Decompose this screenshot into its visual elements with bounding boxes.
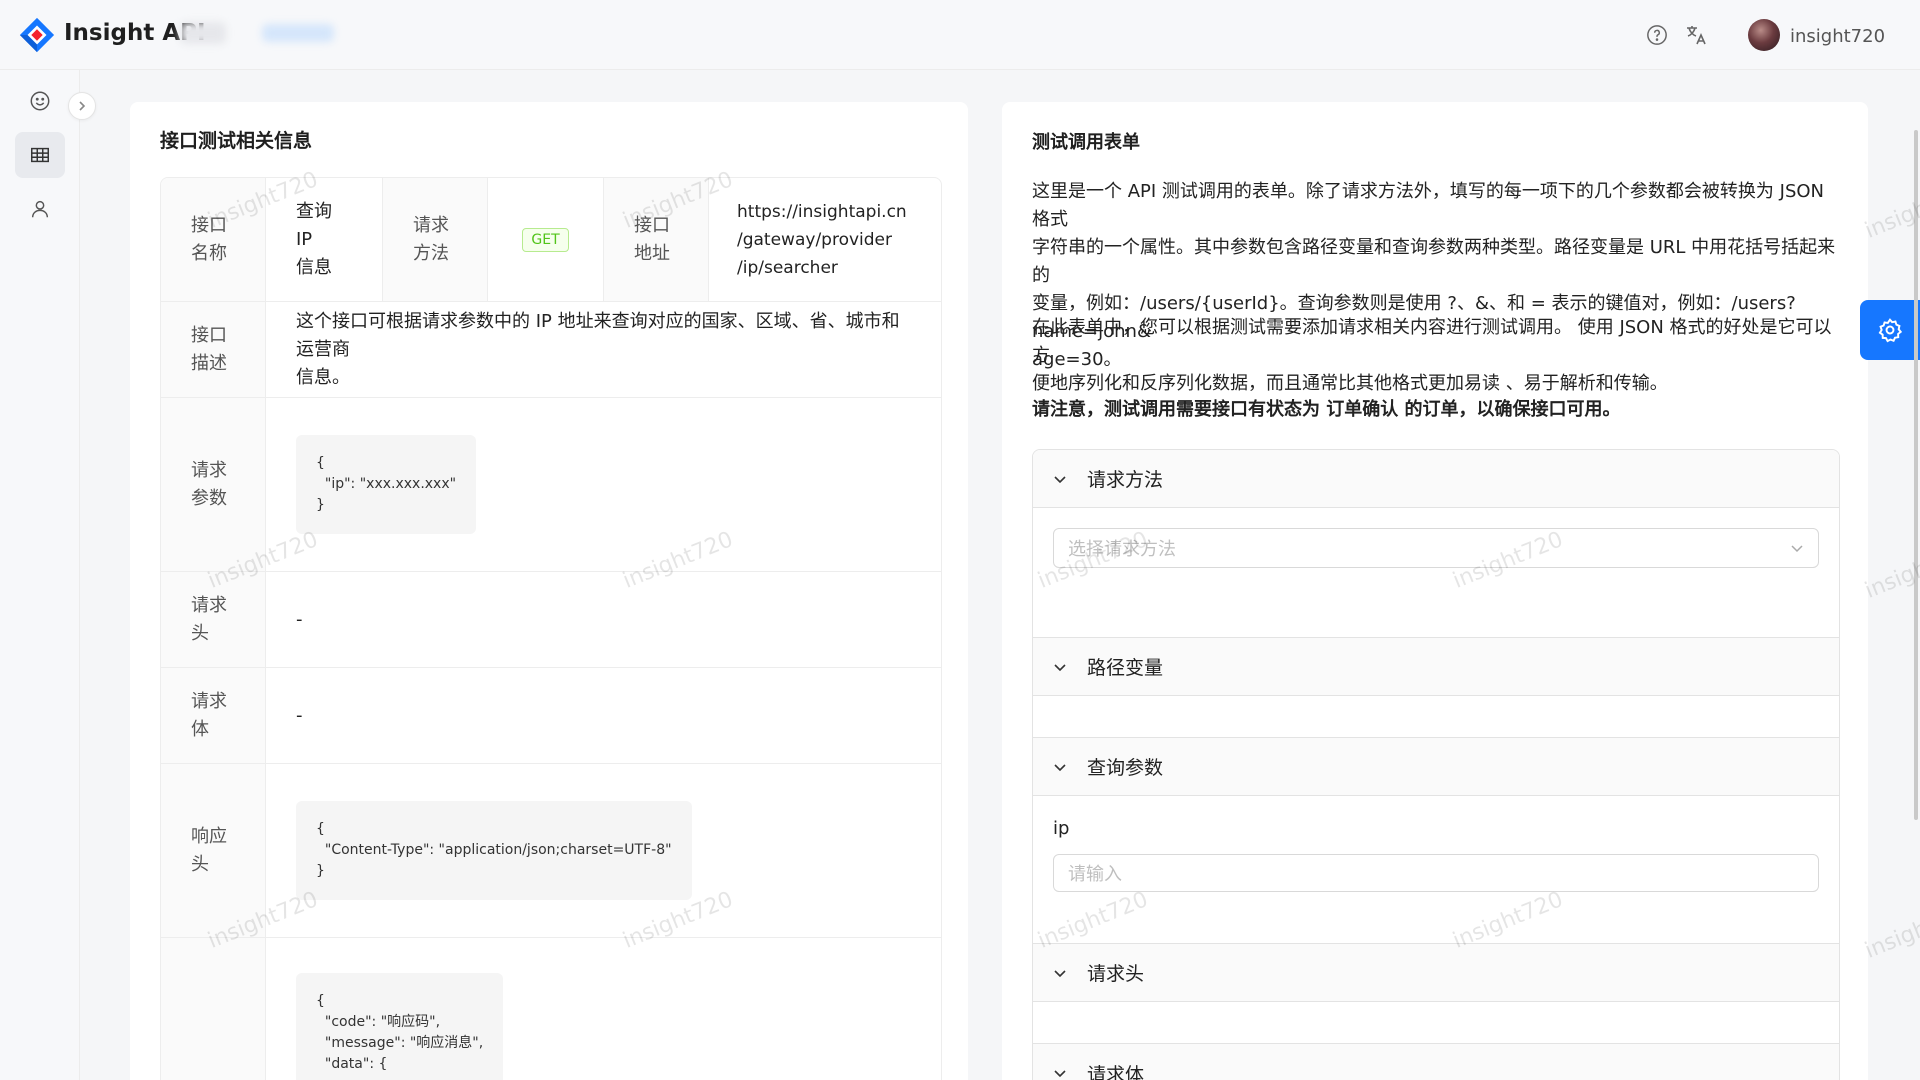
blurred-nav-item[interactable] [180,22,226,44]
label-response-body [161,938,266,1080]
avatar[interactable] [1748,19,1780,51]
value-response-headers: { "Content-Type": "application/json;char… [266,764,941,937]
query-ip-input[interactable]: 请输入 [1053,854,1819,892]
params-code-block: { "ip": "xxx.xxx.xxx" } [296,435,477,534]
chevron-down-icon [1053,660,1073,674]
query-ip-label: ip [1053,818,1070,839]
sidebar-item-user[interactable] [15,186,65,232]
watermark: insight720 [1861,177,1920,244]
table-row: 请求 参数 { "ip": "xxx.xxx.xxx" } [161,398,941,572]
panel-header-path-vars[interactable]: 路径变量 [1033,638,1839,696]
value-description: 这个接口可根据请求参数中的 IP 地址来查询对应的国家、区域、省、城市和运营商信… [296,310,900,388]
value-method: GET [488,178,604,301]
gear-icon [1878,318,1903,343]
value-request-body: - [296,704,303,726]
label-address: 接口 地址 [604,178,709,301]
label-api-name: 接口 名称 [161,178,266,301]
blurred-nav-item-active[interactable] [262,24,334,42]
sidebar [0,70,80,1080]
sidebar-collapse-button[interactable] [68,92,96,120]
label-response-headers: 响应头 [161,764,266,937]
panel-header-method[interactable]: 请求方法 [1033,450,1839,508]
chevron-down-icon [1053,472,1073,486]
test-form-card: 测试调用表单 这里是一个 API 测试调用的表单。除了请求方法外，填写的每一项下… [1002,102,1868,1080]
table-row: { "code": "响应码", "message": "响应消息", "dat… [161,938,941,1080]
response-headers-code-block: { "Content-Type": "application/json;char… [296,801,692,900]
table-icon [31,147,49,163]
chevron-down-icon [1790,541,1804,555]
api-info-title: 接口测试相关信息 [160,130,313,152]
panel-header-query[interactable]: 查询参数 [1033,738,1839,796]
user-icon [31,200,49,218]
username[interactable]: insight720 [1790,26,1885,47]
table-row: 响应头 { "Content-Type": "application/json;… [161,764,941,938]
table-row: 请求头 - [161,572,941,668]
panel-header-headers[interactable]: 请求头 [1033,944,1839,1002]
label-params: 请求 参数 [161,398,266,571]
method-select[interactable]: 选择请求方法 [1053,528,1819,568]
translate-icon[interactable] [1683,22,1709,48]
value-params: { "ip": "xxx.xxx.xxx" } [266,398,941,571]
form-usage-paragraph: 在此表单中，您可以根据测试需要添加请求相关内容进行测试调用。 使用 JSON 格… [1032,317,1832,394]
label-description: 接口 描述 [161,302,266,397]
sidebar-item-table[interactable] [15,132,65,178]
panel-body-query: ip 请输入 [1033,796,1839,944]
chevron-down-icon [1053,1066,1073,1080]
form-notice: 请注意，测试调用需要接口有状态为 订单确认 的订单，以确保接口可用。 [1032,399,1621,420]
panel-body-path-vars [1033,696,1839,738]
smile-icon [30,91,50,111]
test-form-title: 测试调用表单 [1032,132,1140,153]
page-scrollbar[interactable] [1914,130,1918,820]
value-address: https://insightapi.cn/gateway/provider/i… [737,201,907,278]
watermark: insight720 [1861,537,1920,604]
method-tag: GET [522,227,569,252]
panel-header-body[interactable]: 请求体 [1033,1044,1839,1080]
value-api-name: 查询 IP 信息 [266,178,383,301]
label-method: 请求 方法 [383,178,488,301]
panel-body-method: 选择请求方法 [1033,508,1839,638]
top-header: Insight API insight720 [0,0,1920,70]
chevron-down-icon [1053,760,1073,774]
question-circle-icon[interactable] [1644,22,1670,48]
table-row: 请求体 - [161,668,941,764]
table-row: 接口 描述 这个接口可根据请求参数中的 IP 地址来查询对应的国家、区域、省、城市… [161,302,941,398]
label-request-headers: 请求头 [161,572,266,667]
api-info-card: 接口测试相关信息 接口 名称 查询 IP 信息 请求 方法 GET 接口 地址 http… [130,102,968,1080]
chevron-down-icon [1053,966,1073,980]
settings-drawer-button[interactable] [1860,300,1920,360]
form-collapse: 请求方法 选择请求方法 路径变量 查询参数 ip 请输入 请求头 请求体 [1032,449,1840,1080]
label-request-body: 请求体 [161,668,266,763]
logo-icon[interactable] [18,16,56,54]
chevron-right-icon [79,101,86,111]
panel-body-headers [1033,1002,1839,1044]
api-info-table: 接口 名称 查询 IP 信息 请求 方法 GET 接口 地址 https://insig… [160,177,942,1080]
value-request-headers: - [296,608,303,630]
response-body-code-block: { "code": "响应码", "message": "响应消息", "dat… [296,973,504,1080]
table-row: 接口 名称 查询 IP 信息 请求 方法 GET 接口 地址 https://insig… [161,178,941,302]
sidebar-item-smile[interactable] [15,78,65,124]
value-response-body: { "code": "响应码", "message": "响应消息", "dat… [266,938,941,1080]
watermark: insight720 [1861,897,1920,964]
